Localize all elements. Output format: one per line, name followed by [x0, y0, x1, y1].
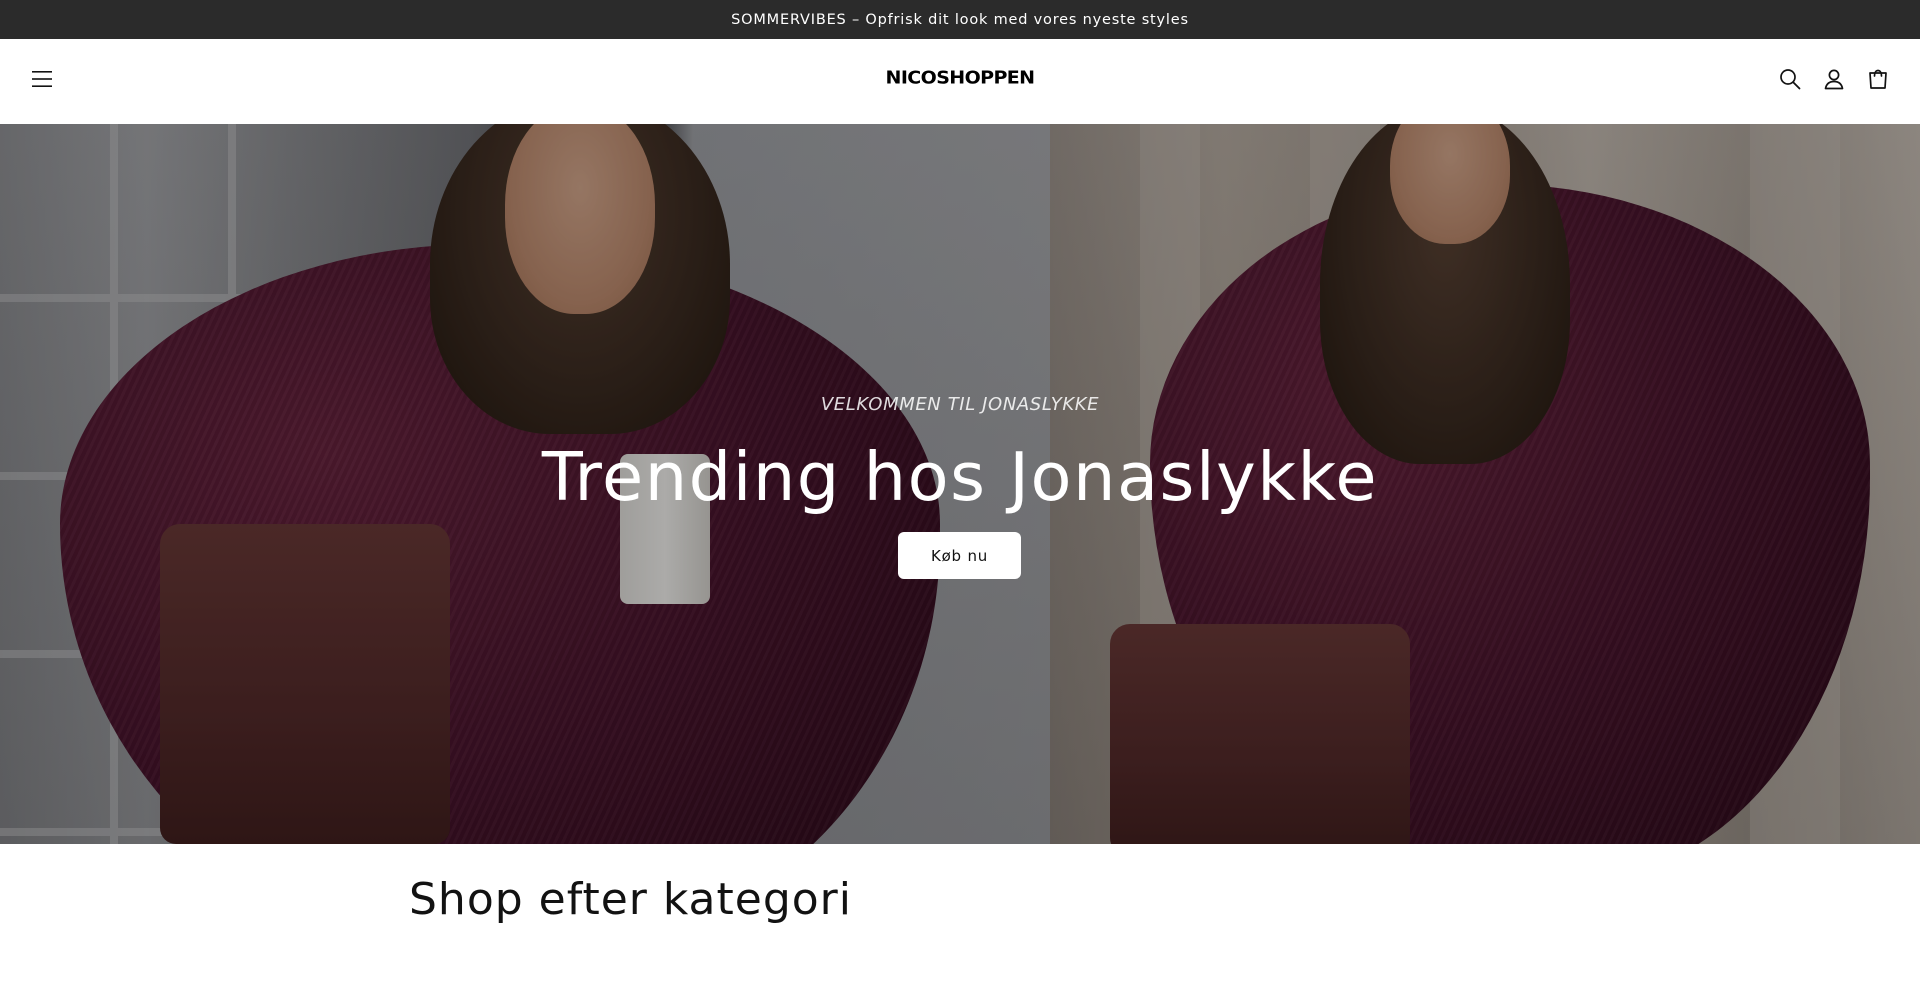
- cart-button[interactable]: [1858, 59, 1898, 99]
- hero-banner: VELKOMMEN TIL JONASLYKKE Trending hos Jo…: [0, 124, 1920, 844]
- shop-now-button[interactable]: Køb nu: [898, 532, 1021, 579]
- hero-title: Trending hos Jonaslykke: [541, 438, 1379, 516]
- hero-kicker: VELKOMMEN TIL JONASLYKKE: [820, 394, 1100, 415]
- account-icon: [1824, 69, 1844, 90]
- logo-text: NICOSHOPPEN: [885, 67, 1036, 89]
- header-icons: [1770, 59, 1898, 99]
- hero-content: VELKOMMEN TIL JONASLYKKE Trending hos Jo…: [0, 124, 1920, 844]
- cart-icon: [1869, 69, 1887, 89]
- account-button[interactable]: [1814, 59, 1854, 99]
- announcement-bar: SOMMERVIBES – Opfrisk dit look med vores…: [0, 0, 1920, 39]
- category-title: Shop efter kategori: [409, 874, 852, 925]
- site-logo[interactable]: NICOSHOPPEN: [0, 68, 1920, 88]
- site-header: NICOSHOPPEN: [0, 39, 1920, 124]
- search-button[interactable]: [1770, 59, 1810, 99]
- search-icon: [1780, 69, 1801, 90]
- category-section: Shop efter kategori: [0, 844, 1920, 993]
- announcement-text: SOMMERVIBES – Opfrisk dit look med vores…: [731, 11, 1189, 28]
